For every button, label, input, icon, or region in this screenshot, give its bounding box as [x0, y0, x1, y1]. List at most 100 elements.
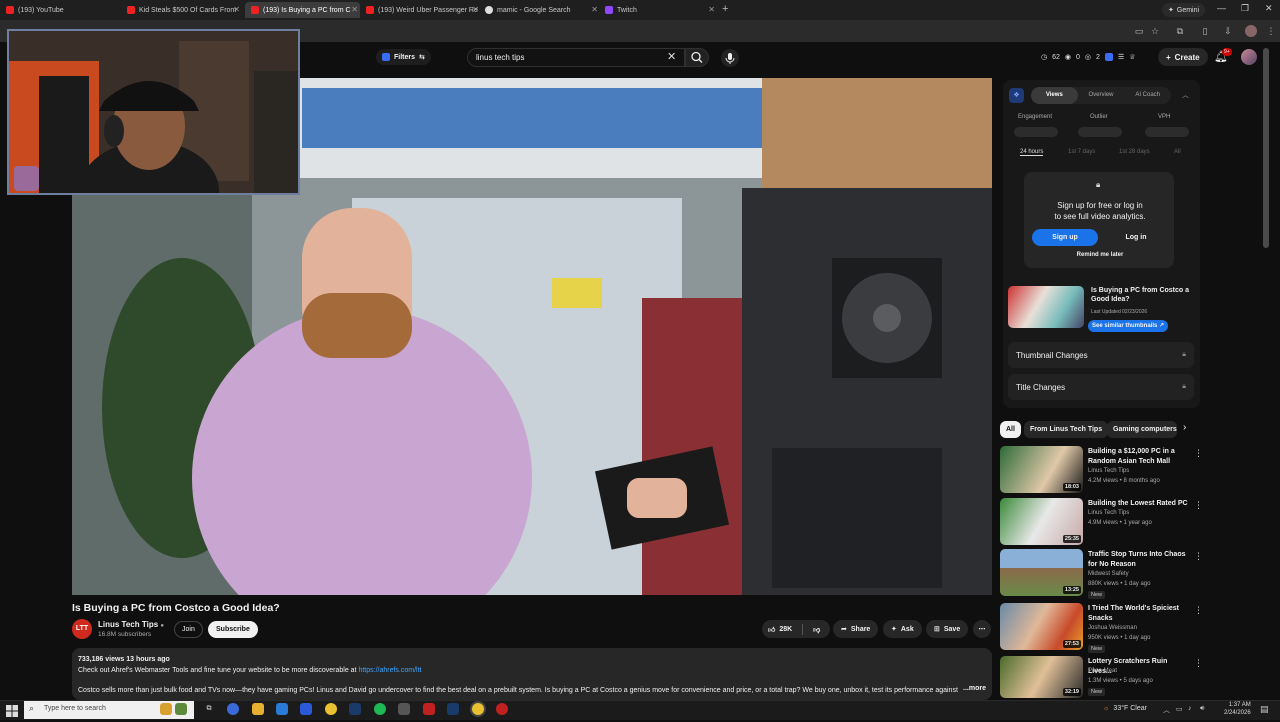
browser-tab-active[interactable]: (193) Is Buying a PC from C ✕ [245, 2, 360, 18]
mail-icon[interactable] [276, 703, 288, 715]
app-icon[interactable] [423, 703, 435, 715]
range-first-7-days[interactable]: 1st 7 days [1068, 149, 1095, 155]
tab-overview[interactable]: Overview [1078, 87, 1125, 104]
maximize-button[interactable]: ❐ [1241, 3, 1249, 14]
steam-icon[interactable] [349, 703, 361, 715]
task-view-icon[interactable]: ⧉ [203, 703, 215, 715]
app-icon[interactable] [398, 703, 410, 715]
close-tab-icon[interactable]: ✕ [351, 5, 358, 14]
channel-name[interactable]: Joshua Weissman [1088, 625, 1137, 631]
chrome-icon[interactable] [325, 703, 337, 715]
close-tab-icon[interactable]: ✕ [472, 5, 479, 14]
more-options-icon[interactable]: ⋮ [1194, 658, 1203, 669]
save-button[interactable]: ⊞ Save [926, 620, 969, 638]
scrollbar-thumb[interactable] [1263, 48, 1269, 248]
search-input[interactable]: linus tech tips [467, 48, 685, 67]
ahrefs-link[interactable]: https://ahrefs.com/ltt [358, 667, 421, 674]
subscribe-button[interactable]: Subscribe [208, 621, 258, 638]
channel-name[interactable]: Linus Tech Tips ● [98, 620, 164, 629]
close-tab-icon[interactable]: ✕ [591, 5, 598, 14]
range-first-28-days[interactable]: 1st 28 days [1119, 149, 1150, 155]
notifications-icon[interactable]: ▤ [1260, 704, 1269, 715]
more-options-icon[interactable]: ⋮ [1194, 500, 1203, 511]
volume-icon[interactable]: 🔊︎ [1200, 705, 1204, 713]
chip-all[interactable]: All [1000, 421, 1021, 438]
more-actions-button[interactable]: ⋯ [973, 620, 991, 638]
chevron-right-icon[interactable]: › [1183, 422, 1186, 433]
channel-name[interactable]: Papa Meat [1088, 668, 1117, 674]
recommended-video[interactable]: 27:53 I Tried The World's Spiciest Snack… [1000, 603, 1203, 653]
channel-avatar[interactable]: LTT [72, 619, 92, 639]
voice-search-button[interactable] [721, 49, 739, 67]
edge-icon[interactable] [300, 703, 312, 715]
cast-icon[interactable]: ▭ [1133, 25, 1145, 37]
browser-tab[interactable]: (193) YouTube [6, 2, 121, 18]
recommended-video[interactable]: 18:03 Building a $12,000 PC in a Random … [1000, 446, 1203, 494]
file-explorer-icon[interactable] [252, 703, 264, 715]
minimize-button[interactable]: — [1217, 3, 1226, 13]
join-button[interactable]: Join [174, 621, 203, 638]
thumbnail-changes-row[interactable]: Thumbnail Changes 🔒︎ [1008, 342, 1194, 368]
tab-views[interactable]: Views [1031, 87, 1078, 104]
log-in-button[interactable]: Log in [1103, 229, 1169, 246]
microphone-icon[interactable]: ♪ [1188, 705, 1192, 712]
download-icon[interactable]: ⇩ [1222, 25, 1234, 37]
video-thumbnail[interactable]: 13:25 [1000, 549, 1083, 596]
chip-from-linus-tech-tips[interactable]: From Linus Tech Tips [1024, 421, 1109, 438]
close-tab-icon[interactable]: ✕ [233, 5, 240, 14]
browser-tab[interactable]: Kid Steals $500 Of Cards From ✕ [127, 2, 242, 18]
more-options-icon[interactable]: ⋮ [1194, 551, 1203, 562]
search-button[interactable] [685, 48, 709, 67]
windows-start-button[interactable] [6, 704, 18, 717]
new-tab-button[interactable]: + [722, 3, 728, 15]
browser-tab[interactable]: Twitch ✕ [605, 2, 717, 18]
recommended-video[interactable]: 32:19 Lottery Scratchers Ruin Lives... P… [1000, 656, 1203, 698]
ask-button[interactable]: ✦ Ask [883, 620, 922, 638]
search-highlight-icon[interactable] [175, 703, 187, 715]
tray-chevron-icon[interactable]: ︿ [1163, 705, 1170, 715]
more-options-icon[interactable]: ⋮ [1194, 605, 1203, 616]
sign-up-button[interactable]: Sign up [1032, 229, 1098, 246]
like-button[interactable]: 👍︎ 28K [762, 620, 798, 638]
remind-later-button[interactable]: Remind me later [1030, 252, 1170, 258]
recommended-video[interactable]: 13:25 Traffic Stop Turns Into Chaos for … [1000, 549, 1203, 599]
video-title[interactable]: Building the Lowest Rated PC [1088, 499, 1190, 509]
browser-menu-icon[interactable]: ⋮ [1265, 25, 1277, 37]
video-title[interactable]: Traffic Stop Turns Into Chaos for No Rea… [1088, 550, 1190, 570]
more-options-icon[interactable]: ⋮ [1194, 448, 1203, 459]
chip-gaming-computers[interactable]: Gaming computers [1107, 421, 1177, 438]
video-thumbnail[interactable]: 25:35 [1000, 498, 1083, 545]
extensions-icon[interactable]: ⧉ [1174, 25, 1186, 37]
sidebar-icon[interactable]: ▯ [1199, 25, 1211, 37]
account-avatar[interactable] [1241, 49, 1257, 65]
share-button[interactable]: ➦ Share [833, 620, 879, 638]
description-box[interactable]: 733,186 views 13 hours ago Check out Ahr… [72, 648, 992, 700]
extension-stats[interactable]: ◷ 62 ◉ 0 ◎ 2 ☰ ♕ [1041, 53, 1136, 61]
video-thumbnail[interactable]: 18:03 [1000, 446, 1083, 493]
close-tab-icon[interactable]: ✕ [708, 5, 715, 14]
network-icon[interactable]: ▭ [1176, 705, 1183, 713]
video-thumbnail[interactable]: 32:19 [1000, 656, 1083, 698]
channel-name[interactable]: Midwest Safety [1088, 571, 1129, 577]
collapse-chevron-icon[interactable]: ︿ [1182, 90, 1189, 100]
title-changes-row[interactable]: Title Changes 🔒︎ [1008, 374, 1194, 400]
filters-button[interactable]: Filters ⇆ [376, 49, 431, 65]
range-all[interactable]: All [1174, 149, 1181, 155]
tab-ai-coach[interactable]: AI Coach [1124, 87, 1171, 104]
channel-name[interactable]: Linus Tech Tips [1088, 468, 1129, 474]
obs-icon[interactable] [496, 703, 508, 715]
clear-search-icon[interactable]: ✕ [667, 50, 676, 63]
profile-icon[interactable] [1245, 25, 1257, 37]
dislike-button[interactable]: 👎︎ [807, 620, 826, 638]
recommended-video[interactable]: 25:35 Building the Lowest Rated PC Linus… [1000, 498, 1203, 546]
gemini-button[interactable]: ✦ Gemini [1162, 3, 1206, 17]
analytics-thumbnail[interactable] [1008, 286, 1084, 328]
video-title[interactable]: Lottery Scratchers Ruin Lives... [1088, 657, 1190, 677]
browser-tab[interactable]: (193) Weird Uber Passenger Re ✕ [366, 2, 481, 18]
spotify-icon[interactable] [374, 703, 386, 715]
create-button[interactable]: + Create [1158, 48, 1208, 66]
show-more-button[interactable]: ...more [959, 683, 986, 694]
weather-widget[interactable]: ☼ 33°F Clear [1103, 705, 1147, 712]
steam-icon[interactable] [447, 703, 459, 715]
taskbar-clock[interactable]: 1:37 AM 2/24/2026 [1224, 701, 1251, 717]
